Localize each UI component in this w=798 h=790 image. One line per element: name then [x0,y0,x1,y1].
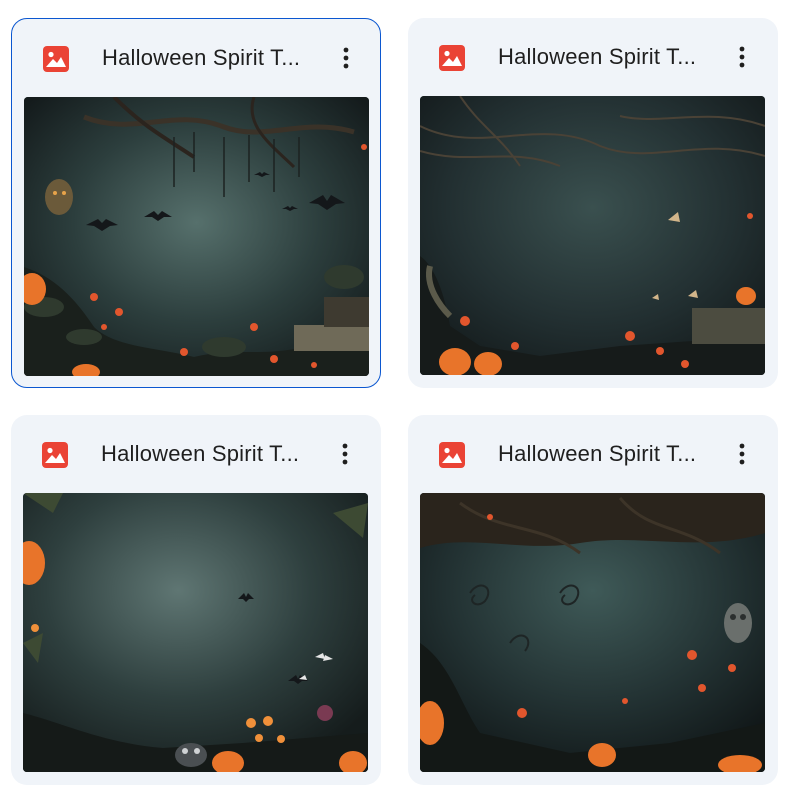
image-file-icon [43,46,69,72]
image-file-icon [439,45,465,71]
file-card-header: Halloween Spirit T... [11,415,381,493]
more-actions-button[interactable] [330,39,362,77]
image-thumbnail[interactable] [420,96,765,375]
file-card[interactable]: Halloween Spirit T... [11,415,381,785]
more-vert-icon [343,47,349,69]
file-card[interactable]: Halloween Spirit T... [408,18,778,388]
image-file-icon [439,442,465,468]
more-vert-icon [342,443,348,465]
more-actions-button[interactable] [329,435,361,473]
file-title: Halloween Spirit T... [498,44,697,69]
file-title: Halloween Spirit T... [101,441,300,466]
more-actions-button[interactable] [726,435,758,473]
more-actions-button[interactable] [726,38,758,76]
image-thumbnail[interactable] [420,493,765,772]
file-card[interactable]: Halloween Spirit T... [408,415,778,785]
file-card-header: Halloween Spirit T... [408,415,778,493]
file-card-header: Halloween Spirit T... [408,18,778,96]
file-card-header: Halloween Spirit T... [12,19,380,97]
more-vert-icon [739,46,745,68]
image-thumbnail[interactable] [23,493,368,772]
image-thumbnail[interactable] [24,97,369,376]
file-title: Halloween Spirit T... [498,441,697,466]
file-card[interactable]: Halloween Spirit T... [11,18,381,388]
image-file-icon [42,442,68,468]
more-vert-icon [739,443,745,465]
file-title: Halloween Spirit T... [102,45,301,70]
